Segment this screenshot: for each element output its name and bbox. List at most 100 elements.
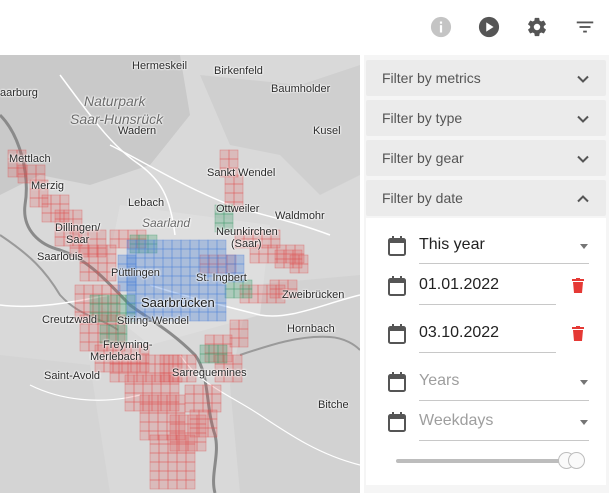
map-tile [162,266,173,277]
map-tile [135,257,146,268]
map-tile [193,393,204,404]
map-label-bitche: Bitche [318,399,349,411]
filter-metrics-header[interactable]: Filter by metrics [366,60,606,96]
filter-list-icon[interactable] [574,16,596,38]
map-tile [189,248,200,259]
map-label-hornbach: Hornbach [287,323,335,335]
map-label-saarbruecken: Saarbrücken [141,295,215,310]
map-tile [145,363,156,374]
map-tile [98,312,109,323]
map-tile [101,284,112,295]
map-tile [229,319,240,330]
map-label-stiring-wendel: Stiring-Wendel [117,315,189,327]
map-tile [274,258,285,269]
end-date-field[interactable]: 03.10.2022 [366,314,606,354]
map-tile [88,332,99,343]
map-tile [107,312,118,323]
map-tile [238,328,249,339]
range-slider-track[interactable] [396,459,572,463]
map-tile [199,353,210,364]
map-tile [74,302,85,313]
map-tile [162,248,173,259]
map-tile [217,344,228,355]
map-tile [159,363,170,374]
map-label-ottweiler: Ottweiler [216,203,260,215]
filter-type-header[interactable]: Filter by type [366,100,606,136]
map-tile [17,164,28,175]
map-tile [234,254,245,265]
filter-date-header[interactable]: Filter by date [366,180,606,216]
map-tile [116,303,127,314]
chevron-up-icon [577,195,589,203]
map-tile [224,288,235,299]
years-select[interactable]: Years [366,362,606,402]
map-tile [98,303,109,314]
map-tile [184,384,195,395]
map-tile [207,257,218,268]
map-label-sankt-wendel: Sankt Wendel [207,167,276,179]
map-tile [41,212,52,223]
filter-gear-header[interactable]: Filter by gear [366,140,606,176]
period-dropdown-caret[interactable] [580,244,588,249]
delete-end-date-icon[interactable] [572,326,584,341]
weekdays-select[interactable]: Weekdays [366,402,606,442]
play-circle-icon[interactable] [478,16,500,38]
map-tile [216,302,227,313]
map-tile [144,248,155,259]
map-tile [198,284,209,295]
map-tile [97,271,108,282]
delete-start-date-icon[interactable] [572,278,584,293]
map-tile [180,275,191,286]
map-tile [185,479,196,490]
map-tile [139,403,150,414]
map-label-baumholder: Baumholder [271,83,331,95]
map-tile [189,284,200,295]
start-date-field[interactable]: 01.01.2022 [366,266,606,306]
map-tile [35,164,46,175]
map-label-saint-avold: Saint-Avold [44,370,101,382]
years-dropdown-caret[interactable] [580,380,588,385]
map-tile [41,203,52,214]
map-tile [238,337,249,348]
map-tile [117,281,128,292]
map-tile [198,257,209,268]
map-tile [202,384,213,395]
map-tile [216,257,227,268]
info-icon[interactable] [430,16,452,38]
map-tile [211,393,222,404]
gear-icon[interactable] [526,16,548,38]
map-label-hermeskeil: Hermeskeil [132,60,188,72]
map-tile [135,248,146,259]
map-tile [176,452,187,463]
map-tile [151,374,162,385]
map-tile [207,239,218,250]
end-date-value: 03.10.2022 [419,324,500,341]
map-tile [208,344,219,355]
map-tile [189,409,200,420]
map-tile [160,383,171,394]
map-tile [167,452,178,463]
map-tile [133,374,144,385]
filter-gear-title: Filter by gear [382,150,464,166]
map-tile [216,248,227,259]
map-tile [83,284,94,295]
map-tile [116,294,127,305]
map-view[interactable]: Hermeskeil Birkenfeld aarburg Baumholder… [0,55,360,493]
map-tile [169,441,180,452]
range-slider-thumb-max[interactable] [568,452,585,469]
map-tile [72,209,83,220]
period-select[interactable]: This year [366,226,606,266]
map-tile [224,183,235,194]
filter-metrics-title: Filter by metrics [382,70,481,86]
map-tile [189,311,200,322]
map-tile [144,257,155,268]
map-tile [214,213,225,224]
map-tile [169,432,180,443]
weekdays-dropdown-caret[interactable] [580,420,588,425]
map-canvas[interactable] [0,55,360,493]
map-tile [171,239,182,250]
map-tile [185,452,196,463]
map-tile [54,236,65,247]
map-tile [148,421,159,432]
map-tile [118,363,129,374]
